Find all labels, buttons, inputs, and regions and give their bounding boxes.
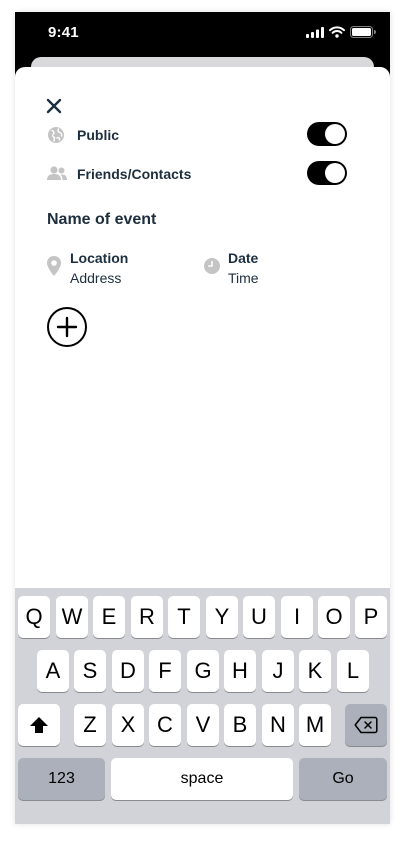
key-o[interactable]: O [318, 596, 350, 638]
phone-screen: 9:41 Public Friends/Contacts Name of eve… [15, 12, 390, 824]
key-z[interactable]: Z [74, 704, 106, 746]
key-y[interactable]: Y [206, 596, 238, 638]
keyboard-row-4: 123 space Go [15, 758, 390, 800]
status-time: 9:41 [48, 24, 79, 41]
key-m[interactable]: M [299, 704, 331, 746]
key-w[interactable]: W [56, 596, 88, 638]
key-x[interactable]: X [112, 704, 144, 746]
key-s[interactable]: S [74, 650, 106, 692]
friends-contacts-toggle[interactable] [307, 161, 347, 185]
battery-icon [350, 26, 376, 38]
status-bar: 9:41 [15, 12, 390, 56]
create-event-sheet: Public Friends/Contacts Name of event Lo… [15, 67, 390, 824]
key-v[interactable]: V [187, 704, 219, 746]
space-key[interactable]: space [111, 758, 293, 800]
status-icons [306, 26, 376, 38]
key-l[interactable]: L [337, 650, 369, 692]
toggle-knob [325, 124, 345, 144]
key-c[interactable]: C [149, 704, 181, 746]
public-label: Public [77, 127, 120, 143]
keyboard-row-1: Q W E R T Y U I O P [15, 596, 390, 638]
keyboard-row-3: Z X C V B N M [15, 704, 390, 746]
numbers-key[interactable]: 123 [18, 758, 105, 800]
public-toggle[interactable] [307, 122, 347, 146]
key-n[interactable]: N [262, 704, 294, 746]
key-b[interactable]: B [224, 704, 256, 746]
cellular-signal-icon [306, 26, 324, 38]
key-r[interactable]: R [131, 596, 163, 638]
location-label: Location [70, 250, 129, 266]
keyboard-row-2: A S D F G H J K L [15, 650, 390, 692]
key-k[interactable]: K [299, 650, 331, 692]
friends-row: Friends/Contacts [15, 158, 390, 190]
date-label: Date [228, 250, 259, 266]
key-i[interactable]: I [281, 596, 313, 638]
event-name-input[interactable]: Name of event [47, 211, 156, 229]
keyboard-bottom-bar [15, 813, 390, 824]
key-h[interactable]: H [224, 650, 256, 692]
clock-icon [204, 258, 220, 274]
toggle-knob [325, 163, 345, 183]
add-button[interactable] [47, 307, 87, 347]
key-j[interactable]: J [262, 650, 294, 692]
close-icon[interactable] [45, 97, 63, 115]
friends-contacts-label: Friends/Contacts [77, 166, 192, 182]
shift-icon [30, 717, 48, 733]
key-p[interactable]: P [355, 596, 387, 638]
globe-icon [48, 127, 64, 143]
key-t[interactable]: T [168, 596, 200, 638]
key-q[interactable]: Q [18, 596, 50, 638]
location-value: Address [70, 270, 122, 286]
key-g[interactable]: G [187, 650, 219, 692]
wifi-icon [329, 26, 345, 38]
map-pin-icon [47, 256, 61, 276]
public-row: Public [15, 119, 390, 151]
key-u[interactable]: U [243, 596, 275, 638]
key-f[interactable]: F [149, 650, 181, 692]
key-a[interactable]: A [37, 650, 69, 692]
backspace-icon [354, 716, 378, 734]
plus-icon [56, 316, 78, 338]
key-e[interactable]: E [93, 596, 125, 638]
date-value: Time [228, 270, 259, 286]
shift-key[interactable] [18, 704, 60, 746]
key-d[interactable]: D [112, 650, 144, 692]
go-key[interactable]: Go [299, 758, 387, 800]
backspace-key[interactable] [345, 704, 387, 746]
keyboard: Q W E R T Y U I O P A S D F G H J K L Z … [15, 588, 390, 824]
people-icon [47, 166, 67, 180]
